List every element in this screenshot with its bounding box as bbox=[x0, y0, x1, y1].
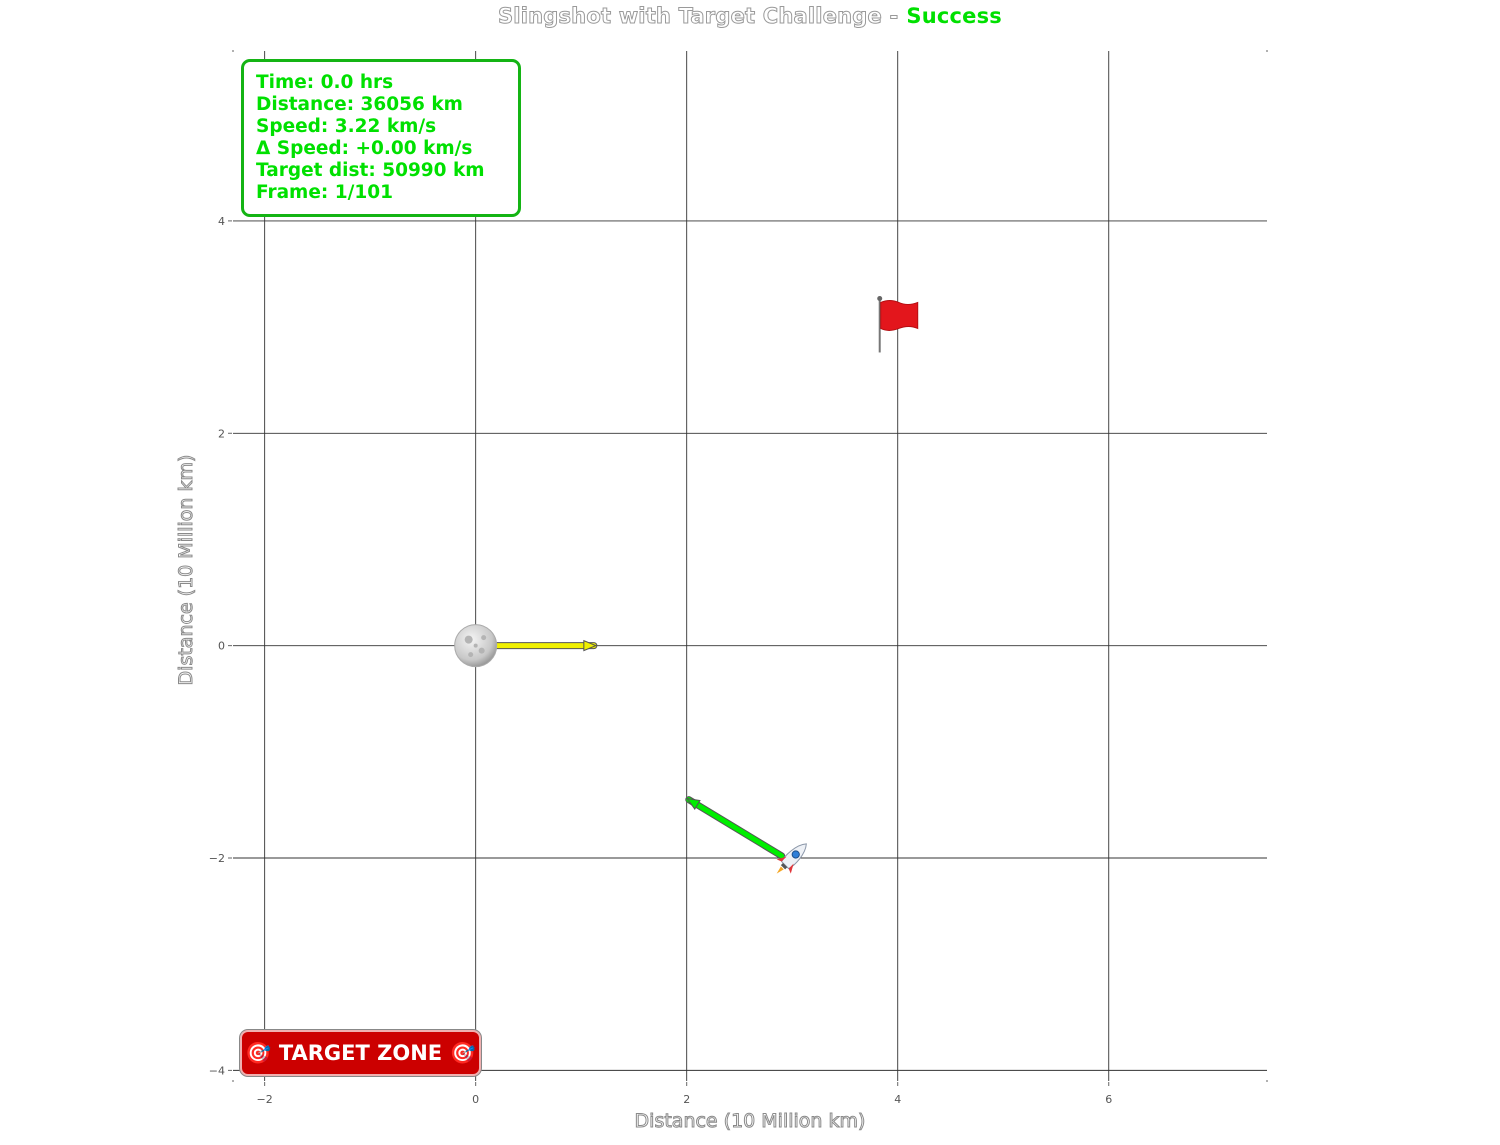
chart-title: Slingshot with Target Challenge - Success bbox=[0, 4, 1500, 29]
info-speed: Speed: 3.22 km/s bbox=[256, 116, 437, 137]
axes-corner-mark bbox=[1266, 1080, 1268, 1082]
y-tick-label: 0 bbox=[218, 640, 225, 653]
x-tick-label: 6 bbox=[1105, 1093, 1112, 1106]
moon-crater bbox=[473, 643, 478, 648]
y-tick-label: 2 bbox=[218, 427, 225, 440]
spacecraft-velocity-arrow bbox=[686, 797, 785, 859]
red-flag-icon bbox=[880, 299, 919, 331]
moon-crater bbox=[478, 647, 485, 654]
chart-title-main: Slingshot with Target Challenge - bbox=[497, 4, 899, 29]
y-tick-label: −4 bbox=[209, 1064, 225, 1077]
x-tick-label: 2 bbox=[683, 1093, 690, 1106]
flag-pole-top bbox=[877, 295, 883, 301]
info-frame: Frame: 1/101 bbox=[256, 182, 393, 203]
x-tick-label: 0 bbox=[472, 1093, 479, 1106]
telemetry-info-box: Time: 0.0 hrs Distance: 36056 km Speed: … bbox=[241, 59, 521, 217]
info-time: Time: 0.0 hrs bbox=[256, 72, 394, 93]
axes-corner-mark bbox=[232, 1080, 234, 1082]
moon-crater bbox=[468, 652, 474, 658]
axes-corner-mark bbox=[232, 50, 234, 52]
moon-crater bbox=[481, 635, 487, 641]
y-tick-label: 4 bbox=[218, 215, 225, 228]
info-delta-speed: Δ Speed: +0.00 km/s bbox=[256, 138, 473, 159]
info-target-dist: Target dist: 50990 km bbox=[256, 160, 485, 181]
x-tick-label: 4 bbox=[894, 1093, 901, 1106]
rocket-icon bbox=[776, 843, 807, 874]
chart-title-status: Success bbox=[906, 4, 1003, 28]
moon-crater bbox=[464, 635, 473, 644]
y-axis-label: Distance (10 Million km) bbox=[175, 454, 198, 686]
axes-corner-mark bbox=[1266, 50, 1268, 52]
info-distance: Distance: 36056 km bbox=[256, 94, 463, 115]
target-zone-badge: 🎯 TARGET ZONE 🎯 bbox=[240, 1030, 481, 1076]
plot-area: −2 0 2 4 6 −4 −2 0 2 4 bbox=[209, 50, 1268, 1106]
x-tick-label: −2 bbox=[257, 1093, 273, 1106]
x-axis-label: Distance (10 Million km) bbox=[634, 1110, 866, 1133]
y-tick-label: −2 bbox=[209, 852, 225, 865]
